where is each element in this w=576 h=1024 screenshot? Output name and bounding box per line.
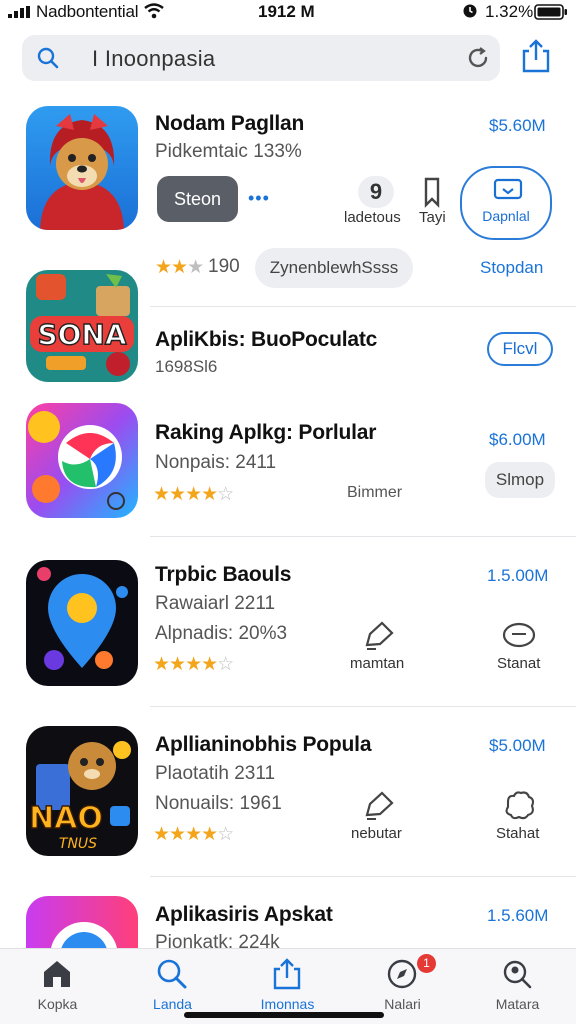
clock: 1912 M	[258, 2, 315, 21]
battery-percent: 1.32%	[485, 2, 534, 21]
compass-icon	[387, 959, 417, 989]
side-link[interactable]: Stopdan	[480, 258, 543, 278]
tag-icon[interactable]	[362, 620, 396, 652]
app-title[interactable]: Nodam Pagllan	[155, 112, 304, 136]
share-icon[interactable]	[520, 38, 552, 74]
get-button[interactable]: Steon	[157, 176, 238, 222]
search-person-icon	[503, 960, 532, 989]
download-label: Dapnlal	[482, 208, 530, 224]
rating-stars: ★★★★☆	[153, 824, 234, 845]
bookmark-label: Tayi	[419, 209, 446, 226]
tab-label: Imonnas	[260, 996, 315, 1012]
rating-stars: ★★★★☆	[153, 654, 234, 675]
download-button[interactable]: Dapnlal	[460, 166, 552, 240]
more-dots-button[interactable]: •••	[248, 188, 270, 209]
puzzle-label: Stahat	[496, 825, 540, 842]
app-price: $5.00M	[489, 736, 546, 755]
notification-badge: 1	[417, 954, 436, 973]
tag-label: nebutar	[351, 825, 402, 842]
app-title[interactable]: Trpbic Baouls	[155, 563, 291, 587]
app-subtitle: Rawaiarl 2211	[155, 593, 276, 614]
download-icon	[493, 178, 523, 200]
tab-label: Kopka	[37, 996, 78, 1012]
app-subtitle: 1698Sl6	[155, 357, 218, 376]
app-subtitle: Plaotatih 2311	[155, 763, 276, 784]
category-chip[interactable]: ZynenblewhSsss	[255, 248, 413, 288]
magnifier-icon[interactable]	[36, 46, 60, 70]
tab-kopka[interactable]: Kopka	[0, 949, 115, 1024]
tab-label: Matara	[495, 996, 540, 1012]
status-bar: Nadbontential 1912 M 1.32%	[0, 0, 576, 26]
developer-label: Bimmer	[347, 484, 403, 501]
row-divider	[150, 876, 576, 877]
app-title[interactable]: Apllianinobhis Popula	[155, 733, 372, 757]
app-downloads: Nonuails: 1961	[155, 793, 282, 814]
tab-label: Landa	[153, 996, 192, 1012]
tag-icon[interactable]	[362, 790, 396, 822]
share-icon	[273, 958, 301, 990]
timer-icon[interactable]	[502, 620, 536, 652]
timer-label: Stanat	[497, 655, 541, 672]
details-label: ladetous	[344, 209, 401, 226]
carrier-name: Nadbontential	[36, 2, 139, 21]
app-downloads: Alpnadis: 20%3	[155, 623, 288, 644]
rating-count: 190	[208, 256, 240, 277]
row-divider	[150, 306, 576, 307]
sonna-game-app-icon[interactable]: SONA	[26, 270, 138, 382]
app-price: 1.5.60M	[487, 906, 549, 925]
wifi-icon	[144, 3, 164, 19]
rating-stars: ★★★	[155, 257, 204, 278]
app-title[interactable]: ApliKbis: BuoPoculatc	[155, 328, 377, 352]
search-bar[interactable]: I Inoonpasia	[22, 35, 500, 81]
alarm-icon	[463, 4, 477, 18]
signal-icon	[8, 6, 30, 18]
app-title[interactable]: Raking Aplkg: Porlular	[155, 421, 376, 445]
home-icon	[44, 961, 70, 987]
map-pin-app-icon[interactable]	[26, 560, 138, 686]
details-icon[interactable]: 9	[358, 176, 394, 208]
get-button[interactable]: Slmop	[485, 462, 555, 498]
reload-icon[interactable]	[466, 46, 490, 70]
get-button[interactable]: Flcvl	[487, 332, 553, 366]
app-price: 1.5.00M	[487, 566, 549, 585]
puzzle-icon[interactable]	[502, 790, 536, 822]
tab-label: Nalari	[384, 996, 421, 1012]
tab-matara[interactable]: Matara	[460, 949, 575, 1024]
row-divider	[150, 706, 576, 707]
app-title[interactable]: Aplikasiris Apskat	[155, 903, 333, 927]
app-price: $5.60M	[489, 116, 546, 135]
rating-stars: ★★★★☆	[153, 484, 234, 505]
home-indicator[interactable]	[184, 1012, 384, 1018]
colorful-swirl-app-icon[interactable]	[26, 403, 138, 518]
svg-text:NAO: NAO	[29, 801, 103, 836]
app-subtitle: Nonpais: 2411	[155, 452, 277, 473]
app-subtitle: Pidkemtaic 133%	[155, 141, 302, 162]
dog-hoodie-app-icon[interactable]	[26, 106, 138, 230]
nao-game-app-icon[interactable]: NAO TNUS	[26, 726, 138, 856]
search-input[interactable]: I Inoonpasia	[92, 46, 215, 72]
app-price: $6.00M	[489, 430, 546, 449]
svg-text:SONA: SONA	[37, 318, 126, 351]
search-icon	[157, 959, 187, 989]
row-divider	[150, 536, 576, 537]
bookmark-icon[interactable]	[416, 176, 450, 208]
svg-text:TNUS: TNUS	[59, 836, 97, 852]
tag-label: mamtan	[350, 655, 405, 672]
battery-icon	[534, 4, 567, 20]
